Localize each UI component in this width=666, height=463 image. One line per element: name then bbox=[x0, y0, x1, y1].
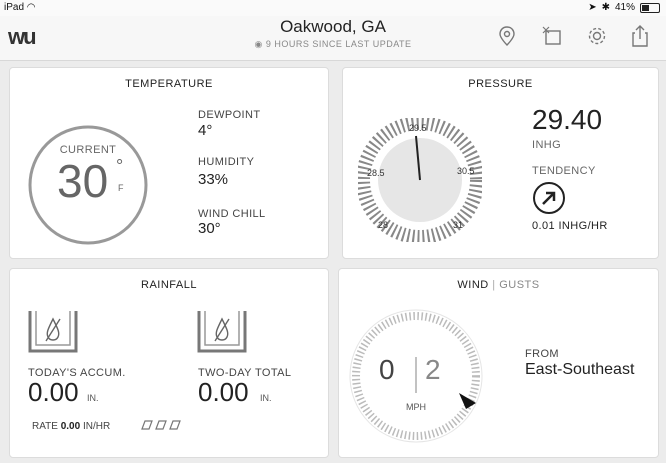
wind-tab[interactable]: WIND bbox=[457, 279, 488, 291]
rate-label: RATE bbox=[32, 421, 58, 432]
location-title[interactable]: Oakwood, GA bbox=[0, 17, 666, 37]
wind-gust-value: 2 bbox=[425, 354, 441, 385]
update-status: ◉ 9 HOURS SINCE LAST UPDATE bbox=[0, 39, 666, 50]
degree-symbol: ° bbox=[116, 156, 124, 176]
rainfall-title: RAINFALL bbox=[141, 279, 197, 291]
gauge-label-29-5: 29.5 bbox=[409, 123, 427, 133]
pressure-unit: INHG bbox=[532, 139, 562, 151]
location-arrow-icon: ➤ bbox=[588, 2, 597, 13]
windchill-value: 30° bbox=[198, 220, 221, 237]
gauge-label-31: 31 bbox=[453, 220, 463, 230]
wifi-icon: ◠ bbox=[26, 2, 36, 13]
app-header: wu Oakwood, GA ◉ 9 HOURS SINCE LAST UPDA… bbox=[0, 16, 666, 61]
humidity-label: HUMIDITY bbox=[198, 156, 255, 168]
location-pin-button[interactable] bbox=[495, 24, 519, 48]
gauge-label-28: 28 bbox=[378, 220, 388, 230]
pressure-gauge: 28 28.5 29.5 30.5 31 bbox=[358, 118, 482, 242]
pressure-value: 29.40 bbox=[532, 104, 603, 135]
gusts-tab[interactable]: GUSTS bbox=[499, 279, 539, 291]
pressure-card[interactable]: PRESSURE 28 28.5 29.5 30.5 31 29.40 INHG… bbox=[342, 67, 659, 259]
rainfall-card[interactable]: RAINFALL TODAY'S ACCUM. 0.00 IN. TWO-DAY… bbox=[9, 268, 329, 458]
temperature-card[interactable]: TEMPERATURE CURRENT 30 ° F DEWPOINT 4° H… bbox=[9, 67, 329, 259]
pressure-title: PRESSURE bbox=[468, 78, 533, 90]
update-status-text: 9 HOURS SINCE LAST UPDATE bbox=[265, 39, 412, 49]
humidity-value: 33% bbox=[198, 171, 229, 188]
todays-accum-unit: IN. bbox=[87, 393, 99, 403]
dewpoint-label: DEWPOINT bbox=[198, 109, 261, 121]
clock-icon: ◉ bbox=[254, 39, 263, 49]
gear-icon bbox=[588, 27, 606, 45]
wind-speed-value: 0 bbox=[379, 354, 395, 385]
layout-button[interactable] bbox=[540, 24, 564, 48]
wind-title-separator: | bbox=[492, 279, 496, 291]
rate-unit: IN/HR bbox=[82, 421, 111, 432]
dewpoint-value: 4° bbox=[198, 122, 213, 139]
todays-accum-value: 0.00 bbox=[28, 377, 79, 407]
twoday-total-value: 0.00 bbox=[198, 377, 249, 407]
status-bar: iPad ◠ ➤ ✱ 41% bbox=[0, 0, 666, 16]
status-right: ➤ ✱ 41% bbox=[588, 2, 660, 13]
battery-icon bbox=[640, 2, 660, 13]
rain-rate: RATE 0.00 IN/HR bbox=[32, 421, 110, 432]
raindrops-icon bbox=[141, 420, 181, 430]
settings-button[interactable] bbox=[585, 24, 609, 48]
gauge-label-28-5: 28.5 bbox=[367, 168, 385, 178]
layout-edit-icon bbox=[542, 26, 561, 45]
rain-gauge-icon bbox=[197, 311, 247, 353]
gauge-label-30-5: 30.5 bbox=[457, 166, 475, 176]
wind-title: WIND | GUSTS bbox=[339, 279, 658, 291]
wind-unit: MPH bbox=[406, 402, 426, 412]
temp-unit: F bbox=[118, 183, 124, 193]
device-label: iPad bbox=[4, 2, 25, 13]
rate-value: 0.00 bbox=[60, 421, 81, 432]
share-button[interactable] bbox=[628, 24, 652, 48]
windchill-label: WIND CHILL bbox=[198, 208, 266, 220]
share-icon bbox=[632, 25, 648, 47]
wind-card[interactable]: WIND | GUSTS 0 2 MPH FROM East-Southeast bbox=[338, 268, 659, 458]
tendency-label: TENDENCY bbox=[532, 165, 596, 177]
bluetooth-icon: ✱ bbox=[601, 2, 610, 13]
wind-compass bbox=[349, 309, 483, 443]
current-temp-value: 30 bbox=[57, 155, 109, 207]
wind-from-label: FROM bbox=[525, 348, 559, 360]
tendency-arrow-icon bbox=[533, 182, 565, 214]
wind-from-value: East-Southeast bbox=[525, 361, 635, 378]
temperature-title: TEMPERATURE bbox=[125, 78, 213, 90]
battery-percent: 41% bbox=[614, 2, 635, 13]
rain-gauge-icon bbox=[28, 311, 78, 353]
tendency-value: 0.01 INHG/HR bbox=[532, 220, 608, 232]
location-pin-icon bbox=[499, 26, 515, 46]
status-left: iPad ◠ bbox=[4, 2, 36, 13]
twoday-total-unit: IN. bbox=[260, 393, 272, 403]
